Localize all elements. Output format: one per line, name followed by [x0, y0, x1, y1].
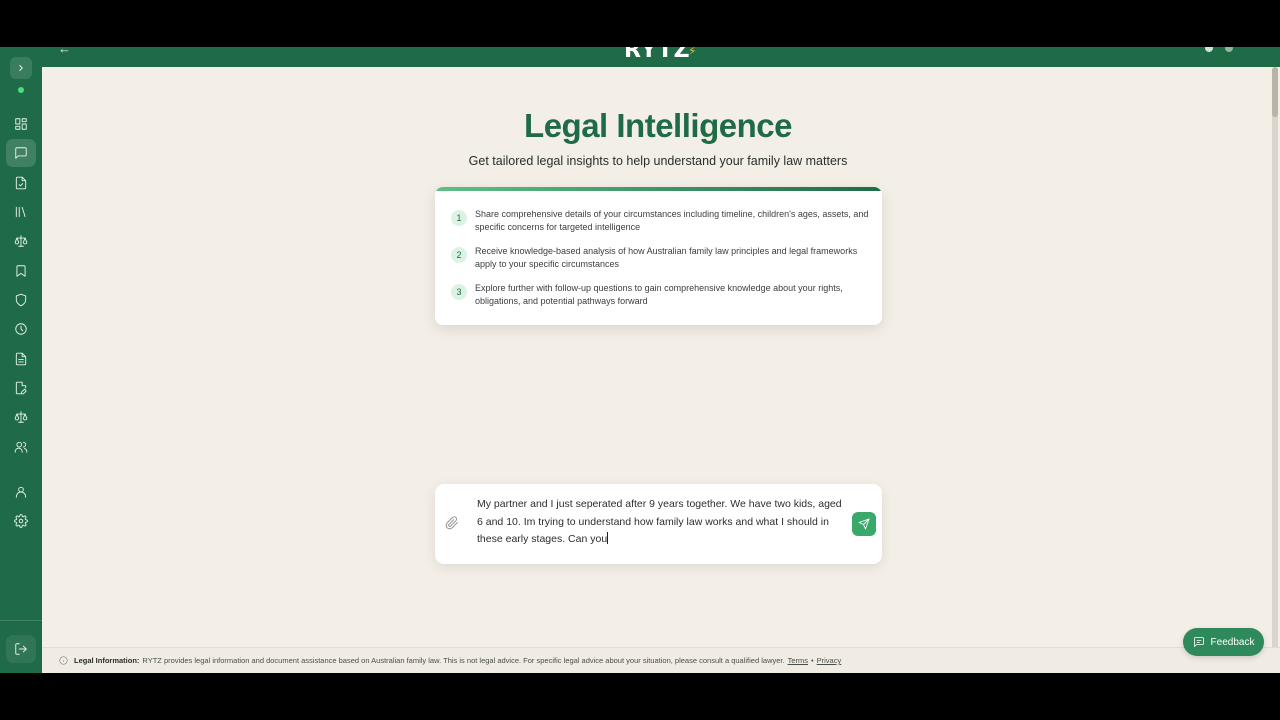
sidebar-item-dashboard[interactable]	[6, 110, 36, 138]
bottom-letterbox	[0, 673, 1280, 720]
sidebar-item-settings[interactable]	[6, 507, 36, 535]
step-item: 1 Share comprehensive details of your ci…	[451, 208, 871, 234]
app-window: ← RYTZ ⚡ Legal Intelligence Get tailored…	[0, 47, 1280, 673]
step-item: 2 Receive knowledge-based analysis of ho…	[451, 245, 871, 271]
back-button[interactable]: ←	[58, 47, 71, 56]
app-logo: RYTZ	[624, 47, 691, 63]
sidebar-expand-button[interactable]	[10, 57, 32, 79]
scale-icon	[14, 235, 28, 247]
page-subtitle: Get tailored legal insights to help unde…	[468, 154, 848, 168]
step-number-badge: 1	[451, 210, 467, 226]
gear-icon	[14, 514, 28, 528]
header-avatar[interactable]	[1225, 47, 1233, 52]
text-caret	[607, 532, 609, 544]
footer-text: RYTZ provides legal information and docu…	[142, 656, 785, 665]
bookmark-icon	[16, 265, 26, 277]
top-header: ← RYTZ ⚡	[42, 47, 1280, 67]
sidebar	[0, 47, 42, 673]
message-input-text: My partner and I just seperated after 9 …	[477, 498, 842, 545]
step-text: Explore further with follow-up questions…	[475, 283, 843, 306]
step-text: Share comprehensive details of your circ…	[475, 209, 869, 232]
user-icon	[15, 486, 27, 498]
sidebar-item-forms[interactable]	[6, 374, 36, 402]
message-input[interactable]: My partner and I just seperated after 9 …	[477, 496, 843, 549]
logout-icon	[15, 643, 27, 655]
clock-icon	[15, 323, 27, 335]
sidebar-item-notes[interactable]	[6, 345, 36, 373]
message-icon	[15, 147, 27, 159]
sidebar-item-bookmarks[interactable]	[6, 257, 36, 285]
sidebar-item-legal[interactable]	[6, 227, 36, 255]
sidebar-item-chat[interactable]	[6, 139, 36, 167]
sidebar-item-profile[interactable]	[6, 478, 36, 506]
sidebar-item-people[interactable]	[6, 433, 36, 461]
file-icon	[15, 176, 27, 190]
legal-footer: Legal Information: RYTZ provides legal i…	[42, 647, 1280, 673]
grid-icon	[15, 118, 27, 130]
sidebar-item-security[interactable]	[6, 286, 36, 314]
step-number-badge: 3	[451, 284, 467, 300]
sidebar-item-documents[interactable]	[6, 169, 36, 197]
terms-link[interactable]: Terms	[788, 656, 808, 665]
sidebar-divider	[0, 620, 42, 621]
paperclip-icon	[445, 516, 458, 530]
privacy-link[interactable]: Privacy	[817, 656, 842, 665]
logout-button[interactable]	[6, 635, 36, 663]
sidebar-item-history[interactable]	[6, 315, 36, 343]
scale-icon	[14, 411, 28, 423]
page-title: Legal Intelligence	[524, 107, 792, 144]
step-number-badge: 2	[451, 247, 467, 263]
users-icon	[14, 441, 28, 453]
logo-bolt-icon: ⚡	[688, 47, 697, 58]
footer-label: Legal Information:	[74, 656, 140, 665]
file-edit-icon	[15, 381, 27, 395]
shield-icon	[15, 293, 27, 307]
document-icon	[15, 352, 27, 366]
chevron-right-icon	[19, 65, 23, 71]
message-composer: My partner and I just seperated after 9 …	[435, 484, 882, 564]
sidebar-item-library[interactable]	[6, 198, 36, 226]
step-item: 3 Explore further with follow-up questio…	[451, 282, 871, 308]
attach-button[interactable]	[445, 516, 461, 532]
info-icon	[59, 656, 68, 665]
feedback-icon	[1193, 637, 1204, 647]
online-status-dot	[18, 87, 24, 93]
feedback-button[interactable]: Feedback	[1183, 628, 1264, 656]
library-icon	[15, 206, 26, 218]
sidebar-item-court[interactable]	[6, 403, 36, 431]
header-status-icon[interactable]	[1205, 47, 1213, 52]
top-letterbox	[0, 0, 1280, 47]
step-text: Receive knowledge-based analysis of how …	[475, 246, 858, 269]
send-icon	[858, 518, 870, 530]
send-button[interactable]	[852, 512, 876, 536]
footer-separator: •	[811, 656, 814, 665]
feedback-label: Feedback	[1210, 636, 1255, 648]
card-accent-bar	[435, 187, 882, 191]
instructions-card: 1 Share comprehensive details of your ci…	[435, 187, 882, 325]
